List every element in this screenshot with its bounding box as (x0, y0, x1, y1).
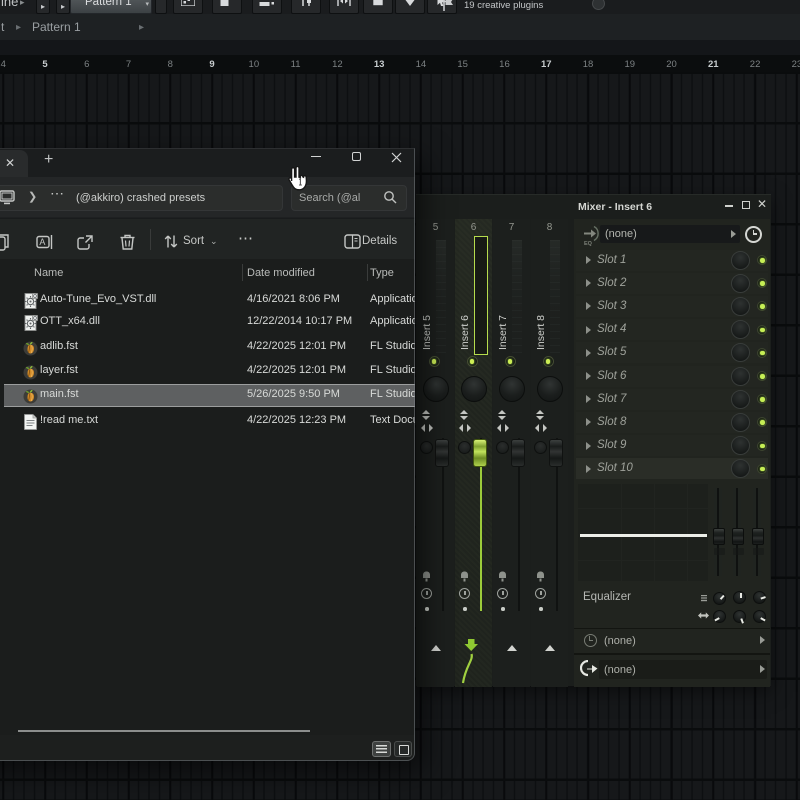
svg-text:A: A (39, 237, 45, 247)
svg-text:EQ: EQ (584, 241, 593, 246)
